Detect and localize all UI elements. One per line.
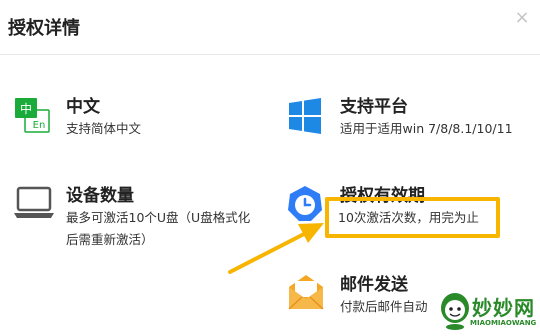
watermark-logo: 妙妙网 MIAOMIAOWANG (430, 286, 540, 336)
watermark-face-icon (441, 293, 469, 330)
watermark-text: 妙妙网 (472, 296, 535, 320)
watermark-subtext: MIAOMIAOWANG (470, 319, 537, 327)
